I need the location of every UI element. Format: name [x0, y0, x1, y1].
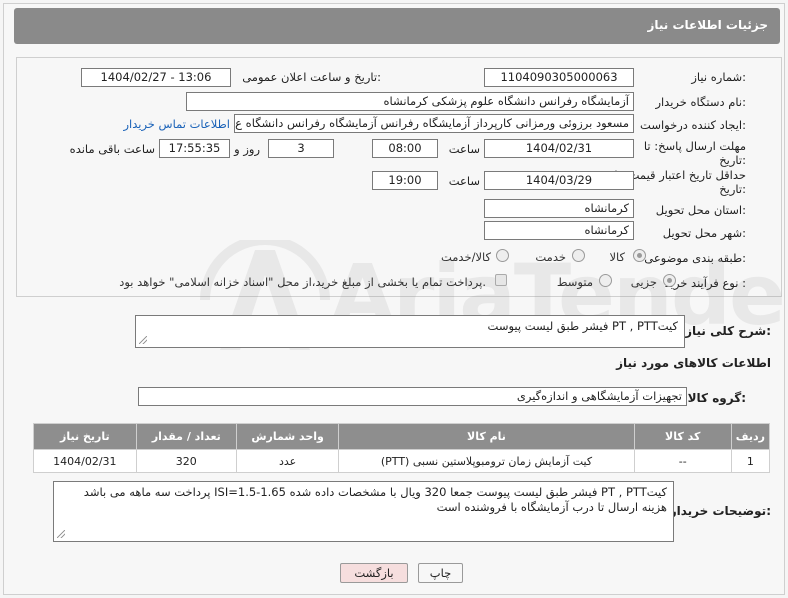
cell-unit: عدد	[235, 449, 340, 473]
province-label: استان محل تحویل:	[655, 203, 746, 217]
page-title: جزئیات اطلاعات نیاز	[647, 18, 768, 32]
col-unit-header: واحد شمارش	[235, 423, 340, 450]
treasury-payment-checkbox[interactable]	[495, 274, 507, 286]
category-goods-service-label: کالا/خدمت	[440, 250, 491, 264]
buyer-notes-field: کیتPT , PTT فیشر طبق لیست پیوست جمعا 320…	[53, 481, 674, 542]
remaining-time-label: ساعت باقی مانده	[69, 142, 155, 156]
summary-text: کیتPT , PTT فیشر طبق لیست پیوست	[487, 319, 678, 333]
col-row-header: ردیف	[730, 423, 771, 450]
buyer-org-field: آزمایشگاه رفرانس دانشگاه علوم پزشکی کرما…	[186, 92, 634, 111]
category-label: طبقه بندی موضوعی:	[644, 251, 746, 265]
process-medium-radio[interactable]	[599, 274, 612, 287]
print-button[interactable]: چاپ	[418, 563, 463, 583]
buyer-notes-text: کیتPT , PTT فیشر طبق لیست پیوست جمعا 320…	[83, 485, 667, 514]
validity-date-field: 1404/03/29	[484, 171, 634, 190]
col-date-header: تاریخ نیاز	[33, 423, 137, 450]
deadline-time-field: 08:00	[372, 139, 438, 158]
province-field: کرمانشاه	[484, 199, 634, 218]
buyer-notes-label: توضیحات خریدار:	[669, 504, 771, 518]
goods-table: ردیف کد کالا نام کالا واحد شمارش تعداد /…	[33, 423, 771, 473]
need-number-label: شماره نیاز:	[691, 70, 746, 84]
back-button[interactable]: بازگشت	[340, 563, 408, 583]
treasury-payment-note: پرداخت تمام یا بخشی از مبلغ خرید،از محل …	[119, 275, 486, 289]
process-minor-radio[interactable]	[663, 274, 676, 287]
col-code-header: کد کالا	[633, 423, 732, 450]
goods-group-label: گروه کالا:	[687, 391, 746, 405]
creator-label: ایجاد کننده درخواست:	[640, 118, 746, 132]
resize-handle-icon[interactable]	[139, 336, 147, 344]
category-service-label: خدمت	[535, 250, 566, 264]
goods-group-field: تجهیزات آزمایشگاهی و اندازه‌گیری	[138, 387, 687, 406]
city-label: شهر محل تحویل:	[662, 226, 746, 240]
table-header-row: ردیف کد کالا نام کالا واحد شمارش تعداد /…	[33, 423, 771, 450]
deadline-time-label: ساعت	[448, 142, 480, 156]
buyer-contact-link[interactable]: اطلاعات تماس خریدار	[123, 117, 230, 131]
remaining-time-field: 17:55:35	[159, 139, 230, 158]
announce-date-label: تاریخ و ساعت اعلان عمومی:	[242, 70, 381, 84]
validity-time-label: ساعت	[448, 174, 480, 188]
buyer-org-label: نام دستگاه خریدار:	[655, 95, 746, 109]
days-label: روز و	[234, 142, 260, 156]
resize-handle-icon[interactable]	[57, 530, 65, 538]
category-goods-radio[interactable]	[633, 249, 646, 262]
cell-name: کیت آزمایش زمان ترومبوپلاستین نسبی (PTT)	[338, 449, 635, 473]
announce-date-field: 1404/02/27 - 13:06	[81, 68, 231, 87]
process-medium-label: متوسط	[556, 275, 593, 289]
validity-time-field: 19:00	[372, 171, 438, 190]
deadline-label: مهلت ارسال پاسخ: تا تاریخ:	[643, 139, 746, 167]
process-type-label: نوع فرآیند خرید :	[664, 276, 746, 290]
city-field: کرمانشاه	[484, 221, 634, 240]
cell-qty: 320	[135, 449, 237, 473]
category-goods-service-radio[interactable]	[496, 249, 509, 262]
goods-section-title: اطلاعات کالاهای مورد نیاز	[616, 356, 771, 370]
cell-row: 1	[730, 449, 771, 473]
process-minor-label: جزیی	[630, 275, 657, 289]
creator-field: مسعود برزوئی ورمزانی کارپرداز آزمایشگاه …	[234, 114, 634, 133]
cell-code: --	[633, 449, 732, 473]
page-header: جزئیات اطلاعات نیاز	[14, 8, 780, 44]
col-name-header: نام کالا	[338, 423, 635, 450]
deadline-date-field: 1404/02/31	[484, 139, 634, 158]
summary-label: شرح کلی نیاز:	[685, 324, 771, 338]
table-row: 1 -- کیت آزمایش زمان ترومبوپلاستین نسبی …	[33, 449, 771, 473]
col-qty-header: تعداد / مقدار	[135, 423, 237, 450]
category-goods-label: کالا	[609, 250, 625, 264]
days-field: 3	[268, 139, 334, 158]
summary-field: کیتPT , PTT فیشر طبق لیست پیوست	[135, 315, 685, 348]
need-number-field: 1104090305000063	[484, 68, 634, 87]
cell-date: 1404/02/31	[33, 449, 137, 473]
category-service-radio[interactable]	[572, 249, 585, 262]
